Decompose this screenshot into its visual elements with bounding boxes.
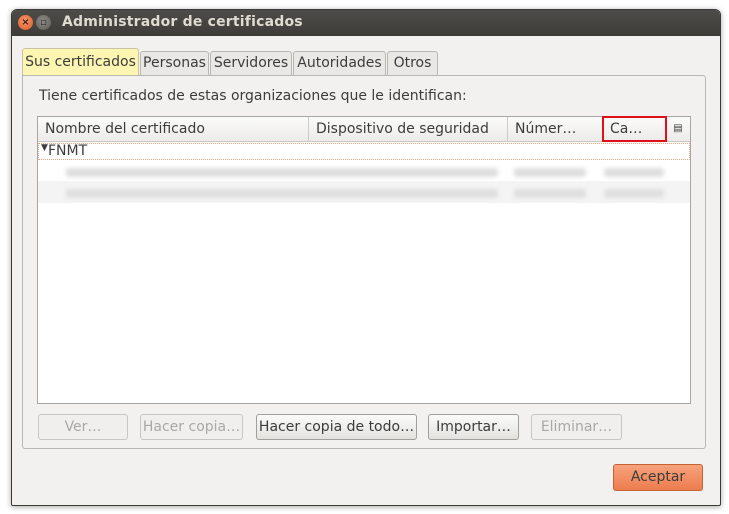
expand-triangle-icon[interactable]: ▼ bbox=[41, 143, 48, 153]
redacted-cert-name-2[interactable] bbox=[66, 189, 498, 198]
certificate-manager-window: × ▫ Administrador de certificados Sus ce… bbox=[11, 9, 721, 506]
redacted-cert-number-2 bbox=[514, 189, 586, 198]
accept-button[interactable]: Aceptar bbox=[613, 464, 703, 491]
maximize-icon[interactable]: ▫ bbox=[36, 15, 51, 30]
tab-otros[interactable]: Otros bbox=[387, 51, 438, 75]
tab-sus-certificados[interactable]: Sus certificados bbox=[22, 48, 139, 76]
backup-button[interactable]: Hacer copia… bbox=[140, 414, 243, 440]
column-header-device[interactable]: Dispositivo de seguridad bbox=[309, 117, 508, 141]
redacted-cert-name-1[interactable] bbox=[66, 168, 498, 177]
column-header-number[interactable]: Númer… bbox=[508, 117, 603, 141]
tree-group-row[interactable]: ▼ FNMT bbox=[38, 143, 690, 160]
import-button[interactable]: Importar… bbox=[428, 414, 519, 440]
window-title: Administrador de certificados bbox=[62, 14, 303, 30]
redacted-cert-number-1 bbox=[514, 168, 586, 177]
group-label: FNMT bbox=[48, 143, 88, 159]
tree-header: Nombre del certificado Dispositivo de se… bbox=[38, 116, 690, 142]
view-button[interactable]: Ver… bbox=[38, 414, 128, 440]
backup-all-button[interactable]: Hacer copia de todo… bbox=[256, 414, 417, 440]
column-header-name[interactable]: Nombre del certificado bbox=[38, 117, 309, 141]
tab-personas[interactable]: Personas bbox=[140, 51, 209, 75]
redacted-cert-expiry-2 bbox=[604, 189, 664, 198]
column-header-expires[interactable]: Ca… bbox=[602, 116, 667, 142]
column-picker-icon[interactable]: ▤ bbox=[666, 117, 690, 141]
close-icon[interactable]: × bbox=[18, 15, 33, 30]
tab-servidores[interactable]: Servidores bbox=[210, 51, 292, 75]
certificate-tree[interactable]: Nombre del certificado Dispositivo de se… bbox=[37, 116, 691, 404]
tab-panel: Tiene certificados de estas organizacion… bbox=[22, 75, 706, 449]
intro-text: Tiene certificados de estas organizacion… bbox=[39, 88, 467, 104]
title-bar: × ▫ Administrador de certificados bbox=[12, 10, 720, 36]
tab-autoridades[interactable]: Autoridades bbox=[293, 51, 386, 75]
redacted-cert-expiry-1 bbox=[604, 168, 664, 177]
delete-button[interactable]: Eliminar… bbox=[531, 414, 622, 440]
